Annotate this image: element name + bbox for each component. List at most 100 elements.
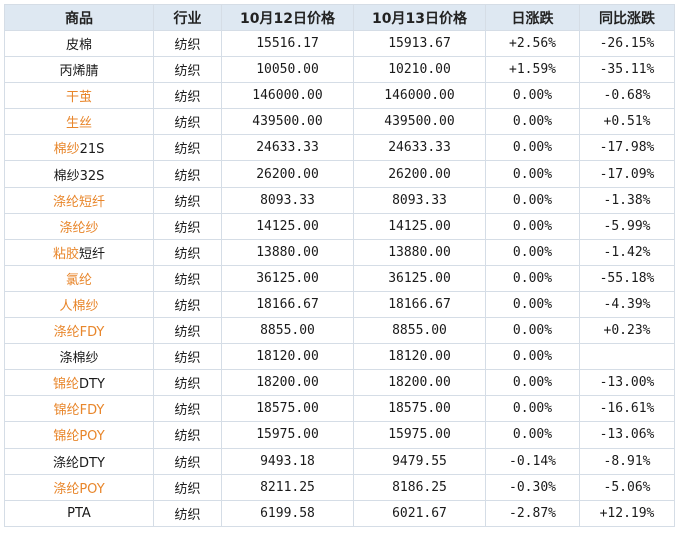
table-row: 锦纶POY 纺织 15975.00 15975.00 0.00% -13.06% (4, 421, 675, 449)
cell-commodity-name: 涤纶短纤 (4, 186, 154, 214)
cell-industry: 纺织 (153, 134, 222, 162)
header-row: 商品 行业 10月12日价格 10月13日价格 日涨跌 同比涨跌 (4, 4, 675, 31)
cell-daily-change: +1.59% (485, 56, 580, 84)
cell-daily-change: 0.00% (485, 317, 580, 345)
cell-commodity-name: 涤纶纱 (4, 212, 154, 240)
cell-yoy-change: +12.19% (579, 499, 675, 527)
cell-price-oct12: 15975.00 (221, 421, 354, 449)
cell-yoy-change: -13.06% (579, 421, 675, 449)
col-header-price-oct13: 10月13日价格 (353, 4, 486, 31)
commodity-name-part: 丙烯腈 (59, 64, 99, 80)
cell-industry: 纺织 (153, 421, 222, 449)
commodity-name-part: 涤纶纱 (59, 220, 99, 236)
table-row: 涤纶POY 纺织 8211.25 8186.25 -0.30% -5.06% (4, 473, 675, 501)
table-row: 棉纱32S 纺织 26200.00 26200.00 0.00% -17.09% (4, 160, 675, 188)
cell-price-oct12: 8855.00 (221, 317, 354, 345)
cell-daily-change: 0.00% (485, 421, 580, 449)
cell-industry: 纺织 (153, 499, 222, 527)
cell-daily-change: 0.00% (485, 186, 580, 214)
cell-price-oct12: 9493.18 (221, 447, 354, 475)
commodity-name-part: 锦纶 (53, 377, 80, 393)
cell-yoy-change: -35.11% (579, 56, 675, 84)
cell-industry: 纺织 (153, 369, 222, 397)
cell-price-oct12: 18120.00 (221, 343, 354, 371)
cell-yoy-change: -17.09% (579, 160, 675, 188)
commodity-name-part: 氯纶 (65, 272, 92, 288)
table-row: 粘胶短纤 纺织 13880.00 13880.00 0.00% -1.42% (4, 238, 675, 266)
commodity-name-part: DTY (79, 377, 105, 393)
col-header-commodity: 商品 (4, 4, 154, 31)
table-header: 商品 行业 10月12日价格 10月13日价格 日涨跌 同比涨跌 (4, 4, 675, 31)
commodity-name-part: 涤棉纱 (59, 351, 99, 367)
cell-daily-change: 0.00% (485, 160, 580, 188)
commodity-name-part: POY (79, 429, 105, 445)
commodity-name-part: 干茧 (65, 90, 92, 106)
cell-industry: 纺织 (153, 56, 222, 84)
cell-daily-change: 0.00% (485, 290, 580, 319)
cell-price-oct13: 26200.00 (353, 160, 486, 188)
table-row: 干茧 纺织 146000.00 146000.00 0.00% -0.68% (4, 82, 675, 110)
commodity-name-part: 涤纶短纤 (52, 194, 105, 210)
cell-commodity-name: 皮棉 (4, 29, 154, 58)
cell-industry: 纺织 (153, 82, 222, 110)
cell-commodity-name: 氯纶 (4, 264, 154, 292)
cell-price-oct13: 15913.67 (353, 29, 486, 58)
cell-daily-change: +2.56% (485, 29, 580, 58)
cell-daily-change: 0.00% (485, 134, 580, 162)
cell-yoy-change: -5.99% (579, 212, 675, 240)
cell-price-oct12: 439500.00 (221, 108, 354, 136)
table-row: 皮棉 纺织 15516.17 15913.67 +2.56% -26.15% (4, 29, 675, 58)
cell-price-oct13: 8186.25 (353, 473, 486, 501)
cell-yoy-change: -17.98% (579, 134, 675, 162)
cell-yoy-change: -16.61% (579, 395, 675, 423)
cell-industry: 纺织 (153, 447, 222, 475)
cell-price-oct13: 18575.00 (353, 395, 486, 423)
cell-price-oct12: 6199.58 (221, 499, 354, 527)
cell-yoy-change: -4.39% (579, 290, 675, 319)
table-row: PTA 纺织 6199.58 6021.67 -2.87% +12.19% (4, 499, 675, 527)
table-row: 涤棉纱 纺织 18120.00 18120.00 0.00% (4, 343, 675, 371)
cell-price-oct13: 14125.00 (353, 212, 486, 240)
table-body: 皮棉 纺织 15516.17 15913.67 +2.56% -26.15% 丙烯腈 纺织 10… (4, 29, 675, 527)
cell-commodity-name: 涤棉纱 (4, 343, 154, 371)
cell-yoy-change: -55.18% (579, 264, 675, 292)
commodity-name-part: 涤纶POY (53, 481, 105, 497)
cell-industry: 纺织 (153, 186, 222, 214)
cell-price-oct12: 18200.00 (221, 369, 354, 397)
table-row: 丙烯腈 纺织 10050.00 10210.00 +1.59% -35.11% (4, 56, 675, 84)
cell-daily-change: 0.00% (485, 238, 580, 266)
cell-price-oct12: 13880.00 (221, 238, 354, 266)
cell-price-oct13: 8855.00 (353, 317, 486, 345)
cell-price-oct13: 36125.00 (353, 264, 486, 292)
cell-yoy-change: -8.91% (579, 447, 675, 475)
commodity-name-part: 皮棉 (65, 38, 92, 54)
cell-daily-change: -0.14% (485, 447, 580, 475)
cell-yoy-change: -1.38% (579, 186, 675, 214)
cell-commodity-name: 涤纶DTY (4, 447, 154, 475)
cell-daily-change: 0.00% (485, 82, 580, 110)
cell-price-oct12: 24633.33 (221, 134, 354, 162)
cell-commodity-name: 棉纱32S (4, 160, 154, 188)
commodity-name-part: PTA (67, 505, 91, 521)
cell-price-oct13: 18120.00 (353, 343, 486, 371)
commodity-name-part: 人棉纱 (59, 298, 99, 314)
commodity-name-part: 锦纶 (53, 429, 80, 445)
table-row: 涤纶纱 纺织 14125.00 14125.00 0.00% -5.99% (4, 212, 675, 240)
cell-price-oct12: 14125.00 (221, 212, 354, 240)
cell-price-oct13: 24633.33 (353, 134, 486, 162)
table-row: 氯纶 纺织 36125.00 36125.00 0.00% -55.18% (4, 264, 675, 292)
cell-yoy-change: +0.51% (579, 108, 675, 136)
cell-industry: 纺织 (153, 108, 222, 136)
col-header-yoy-change: 同比涨跌 (579, 4, 675, 31)
cell-commodity-name: 涤纶POY (4, 473, 154, 501)
cell-yoy-change (579, 343, 675, 371)
commodity-name-part: 涤纶FDY (53, 325, 105, 341)
cell-price-oct12: 18166.67 (221, 290, 354, 319)
cell-price-oct12: 8093.33 (221, 186, 354, 214)
commodity-name-part: 涤纶DTY (53, 455, 105, 471)
cell-commodity-name: 锦纶FDY (4, 395, 154, 423)
cell-daily-change: 0.00% (485, 108, 580, 136)
commodity-name-part: 短纤 (79, 246, 106, 262)
cell-yoy-change: -13.00% (579, 369, 675, 397)
col-header-daily-change: 日涨跌 (485, 4, 580, 31)
